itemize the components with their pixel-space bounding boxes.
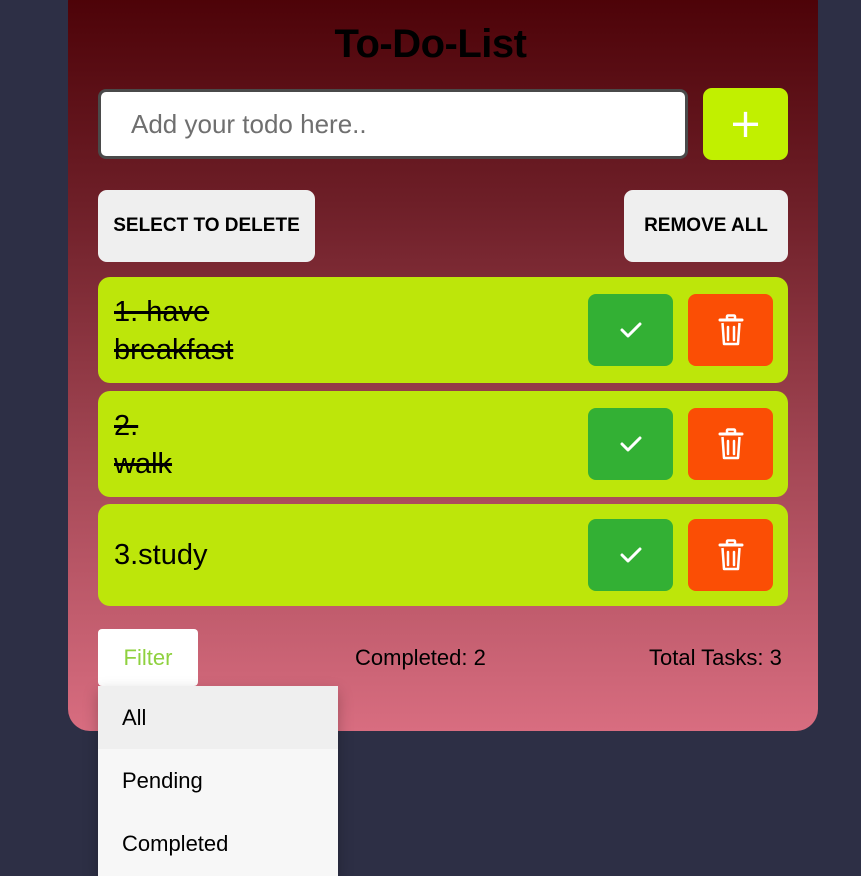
todo-item: 1. have breakfast [98, 277, 788, 383]
filter-button[interactable]: Filter [98, 629, 198, 686]
todo-text-line: breakfast [114, 334, 234, 366]
filter-option-pending[interactable]: Pending [98, 749, 338, 812]
todo-item: 3.study [98, 504, 788, 606]
total-tasks-count: Total Tasks: 3 [649, 645, 782, 670]
delete-button[interactable] [688, 408, 773, 480]
todo-item: 2. walk [98, 391, 788, 497]
filter-option-completed[interactable]: Completed [98, 812, 338, 875]
todo-text: 3.study [114, 536, 414, 574]
todo-text: 2. walk [114, 407, 314, 483]
trash-icon [718, 539, 743, 571]
check-icon [620, 322, 641, 338]
check-icon [620, 547, 641, 563]
filter-option-all[interactable]: All [98, 686, 338, 749]
complete-button[interactable] [588, 519, 673, 591]
completed-count: Completed: 2 [355, 645, 486, 670]
complete-button[interactable] [588, 408, 673, 480]
page-title: To-Do-List [334, 22, 527, 66]
plus-icon: + [728, 101, 763, 147]
todo-text: 1. have breakfast [114, 293, 314, 369]
complete-button[interactable] [588, 294, 673, 366]
todo-text-line: 1. have [114, 296, 210, 328]
add-todo-button[interactable]: + [703, 88, 788, 160]
remove-all-button[interactable]: REMOVE ALL [624, 190, 788, 262]
todo-text-line: 3.study [114, 539, 208, 571]
trash-icon [718, 314, 743, 346]
todo-text-line: walk [114, 448, 173, 480]
todo-text-line: 2. [114, 410, 139, 442]
delete-button[interactable] [688, 519, 773, 591]
todo-input[interactable] [98, 89, 688, 159]
filter-dropdown-menu: All Pending Completed [98, 686, 338, 876]
trash-icon [718, 428, 743, 460]
delete-button[interactable] [688, 294, 773, 366]
select-to-delete-button[interactable]: SELECT TO DELETE [98, 190, 315, 262]
check-icon [620, 436, 641, 452]
